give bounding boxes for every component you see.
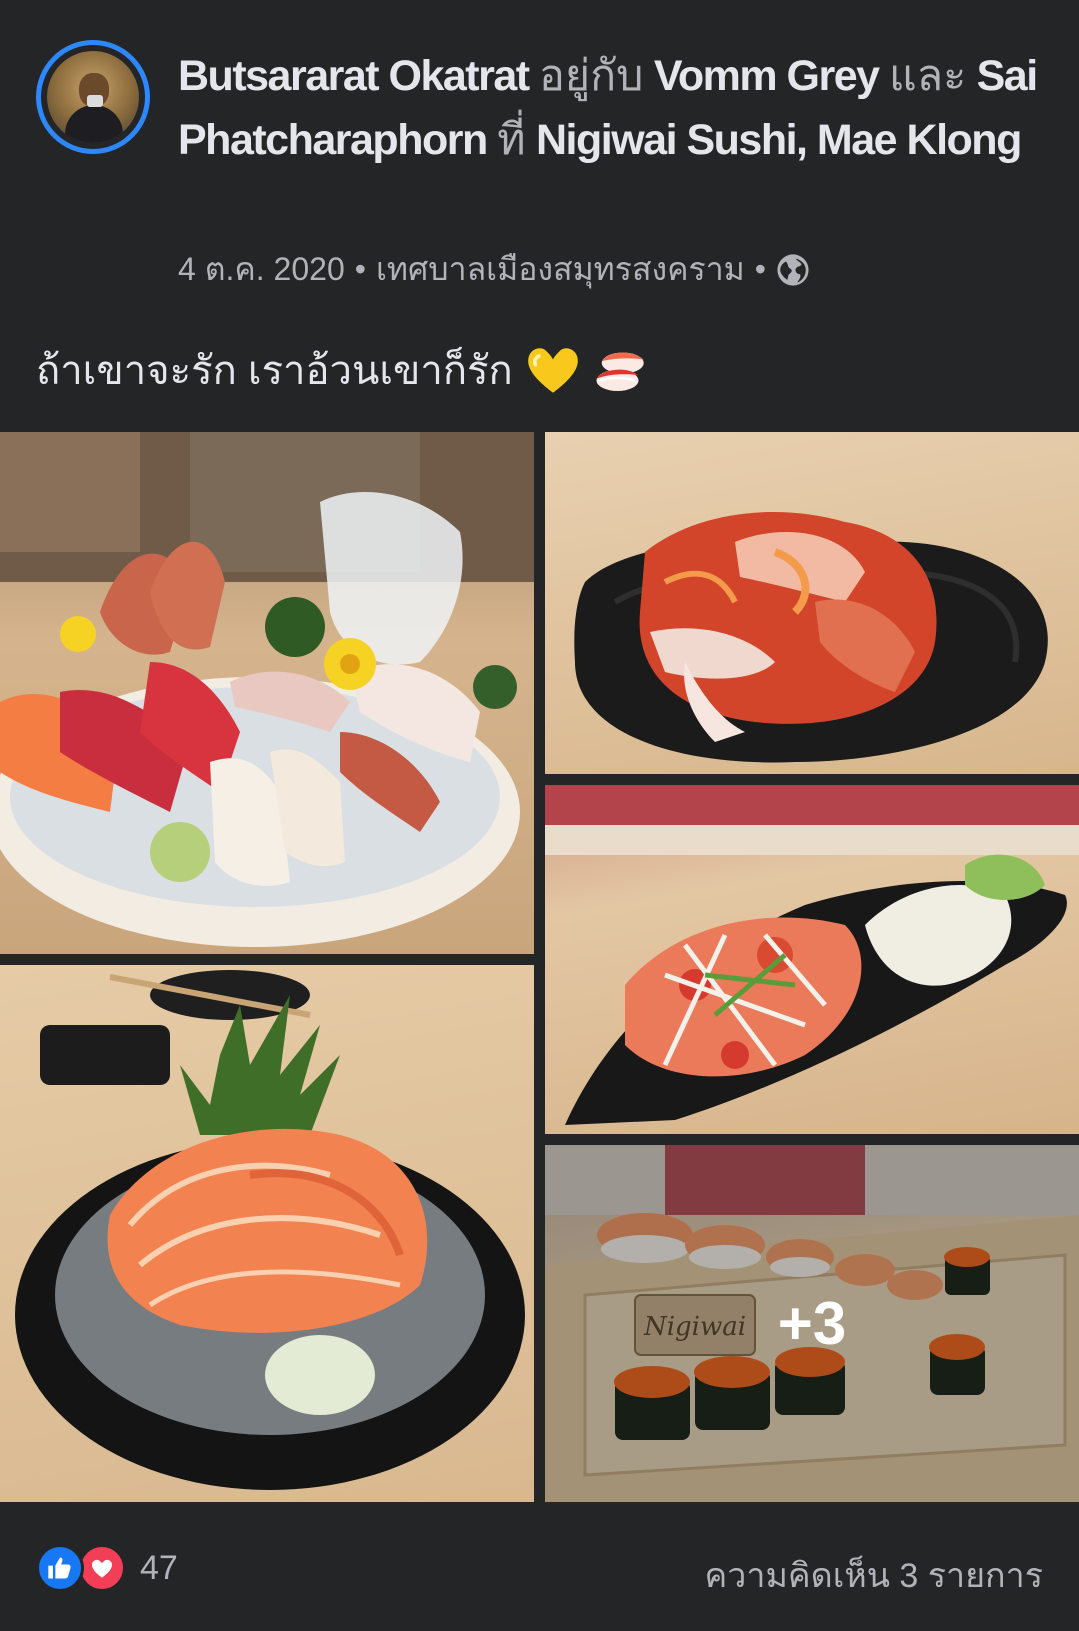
author-name-link[interactable]: Butsararat Okatrat: [178, 52, 530, 100]
post-caption: ถ้าเขาจะรัก เราอ้วนเขาก็รัก: [36, 338, 649, 402]
love-icon: [78, 1544, 126, 1592]
like-icon: [36, 1544, 84, 1592]
caption-text: ถ้าเขาจะรัก เราอ้วนเขาก็รัก: [36, 349, 513, 393]
reaction-summary[interactable]: 47: [36, 1544, 178, 1592]
tagged-friend-link[interactable]: Vomm Grey: [654, 52, 880, 100]
sashimi-platter-photo[interactable]: [0, 432, 534, 954]
more-photos-button[interactable]: +3: [545, 1145, 1079, 1502]
meta-separator: •: [354, 251, 366, 287]
comments-count-link[interactable]: ความคิดเห็น 3 รายการ: [705, 1548, 1043, 1602]
post-meta: 4 ต.ค. 2020 • เทศบาลเมืองสมุทรสงคราม •: [178, 244, 810, 295]
post-footer: 47 ความคิดเห็น 3 รายการ: [0, 1502, 1079, 1631]
author-avatar[interactable]: [36, 40, 150, 154]
with-text: อยู่กับ: [539, 52, 644, 100]
salmon-sashimi-photo[interactable]: [0, 965, 534, 1502]
at-text: ที่: [497, 116, 526, 164]
post-title: Butsararat Okatrat อยู่กับ Vomm Grey และ…: [178, 44, 1038, 172]
post-date-link[interactable]: 4 ต.ค. 2020: [178, 244, 345, 295]
yellow-heart-icon: [527, 348, 578, 393]
and-text: และ: [889, 52, 967, 100]
photo-grid: Nigiwai +3: [0, 432, 1079, 1502]
reaction-count: 47: [140, 1548, 178, 1587]
location-link[interactable]: เทศบาลเมืองสมุทรสงคราม: [376, 244, 745, 295]
kimchi-photo[interactable]: [545, 432, 1079, 774]
avatar-image: [47, 51, 139, 143]
place-link[interactable]: Nigiwai Sushi, Mae Klong: [536, 116, 1022, 164]
globe-icon[interactable]: [776, 253, 810, 287]
meta-separator: •: [754, 251, 766, 287]
salmon-salad-photo[interactable]: [545, 785, 1079, 1134]
post-header: Butsararat Okatrat อยู่กับ Vomm Grey และ…: [0, 0, 1079, 420]
sushi-icon: [596, 352, 644, 391]
